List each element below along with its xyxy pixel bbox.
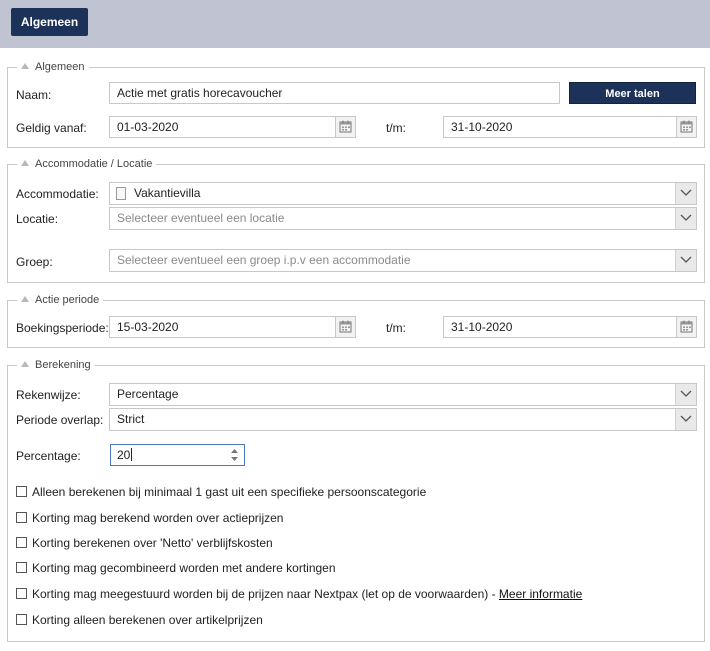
section-legend-algemeen[interactable]: Algemeen [17,60,89,74]
checkbox-label: Alleen berekenen bij minimaal 1 gast uit… [32,485,427,499]
geldig-tm-input[interactable]: 31-10-2020 [443,116,697,138]
meer-talen-button[interactable]: Meer talen [569,82,696,104]
chevron-down-icon[interactable] [675,409,696,430]
boekingsperiode-tm-value: 31-10-2020 [451,320,513,334]
accommodatie-select[interactable]: Vakantievilla [109,182,697,205]
naam-input[interactable]: Actie met gratis horecavoucher [109,82,560,104]
tab-algemeen[interactable]: Algemeen [11,8,88,36]
section-legend-accommodatie[interactable]: Accommodatie / Locatie [17,157,157,171]
calendar-icon[interactable] [676,317,696,337]
geldig-tm-value: 31-10-2020 [451,120,513,134]
accommodatie-label: Accommodatie: [16,187,99,201]
checkbox[interactable] [16,614,27,625]
checkbox[interactable] [16,537,27,548]
checkbox-label: Korting mag berekend worden over actiepr… [32,511,284,525]
checkbox[interactable] [16,486,27,497]
tm-label: t/m: [386,121,406,135]
triangle-up-icon [21,296,29,302]
percentage-label: Percentage: [16,449,81,463]
locatie-select[interactable]: Selecteer eventueel een locatie [109,207,697,230]
rekenwijze-select[interactable]: Percentage [109,383,697,406]
document-icon [116,187,126,200]
spinner-arrows-icon[interactable] [230,448,239,462]
chevron-down-icon[interactable] [675,183,696,204]
checkbox[interactable] [16,562,27,573]
calendar-icon[interactable] [335,317,355,337]
rekenwijze-value: Percentage [117,387,179,401]
boekingsperiode-tm-input[interactable]: 31-10-2020 [443,316,697,338]
section-legend-actie-periode[interactable]: Actie periode [17,293,104,307]
tm-label: t/m: [386,321,406,335]
triangle-up-icon [21,63,29,69]
boekingsperiode-value: 15-03-2020 [117,320,179,334]
triangle-up-icon [21,361,29,367]
percentage-value: 20 [117,448,131,462]
calendar-icon[interactable] [335,117,355,137]
geldig-vanaf-input[interactable]: 01-03-2020 [109,116,356,138]
checkbox-label: Korting mag gecombineerd worden met ande… [32,561,336,575]
periode-overlap-select[interactable]: Strict [109,408,697,431]
boekingsperiode-input[interactable]: 15-03-2020 [109,316,356,338]
naam-label: Naam: [16,88,52,102]
accommodatie-value: Vakantievilla [134,186,201,200]
geldig-vanaf-label: Geldig vanaf: [16,121,87,135]
checkbox-label: Korting berekenen over 'Netto' verblijfs… [32,536,273,550]
chevron-down-icon[interactable] [675,208,696,229]
boekingsperiode-label: Boekingsperiode: [16,321,109,335]
meer-informatie-link[interactable]: Meer informatie [499,587,582,601]
chevron-down-icon[interactable] [675,250,696,271]
geldig-vanaf-value: 01-03-2020 [117,120,179,134]
locatie-placeholder: Selecteer eventueel een locatie [117,211,285,225]
section-legend-berekening[interactable]: Berekening [17,358,95,372]
groep-label: Groep: [16,255,53,269]
checkbox-label: Korting mag meegestuurd worden bij de pr… [32,587,583,601]
percentage-input[interactable]: 20 [110,444,245,466]
groep-select[interactable]: Selecteer eventueel een groep i.p.v een … [109,249,697,272]
triangle-up-icon [21,160,29,166]
checkbox[interactable] [16,512,27,523]
checkbox[interactable] [16,588,27,599]
rekenwijze-label: Rekenwijze: [16,388,81,402]
groep-placeholder: Selecteer eventueel een groep i.p.v een … [117,253,411,267]
periode-overlap-value: Strict [117,412,145,426]
chevron-down-icon[interactable] [675,384,696,405]
text-cursor [131,448,133,461]
tab-bar: Algemeen [0,0,710,48]
periode-overlap-label: Periode overlap: [16,413,104,427]
checkbox-label: Korting alleen berekenen over artikelpri… [32,613,263,627]
locatie-label: Locatie: [16,212,59,226]
calendar-icon[interactable] [676,117,696,137]
